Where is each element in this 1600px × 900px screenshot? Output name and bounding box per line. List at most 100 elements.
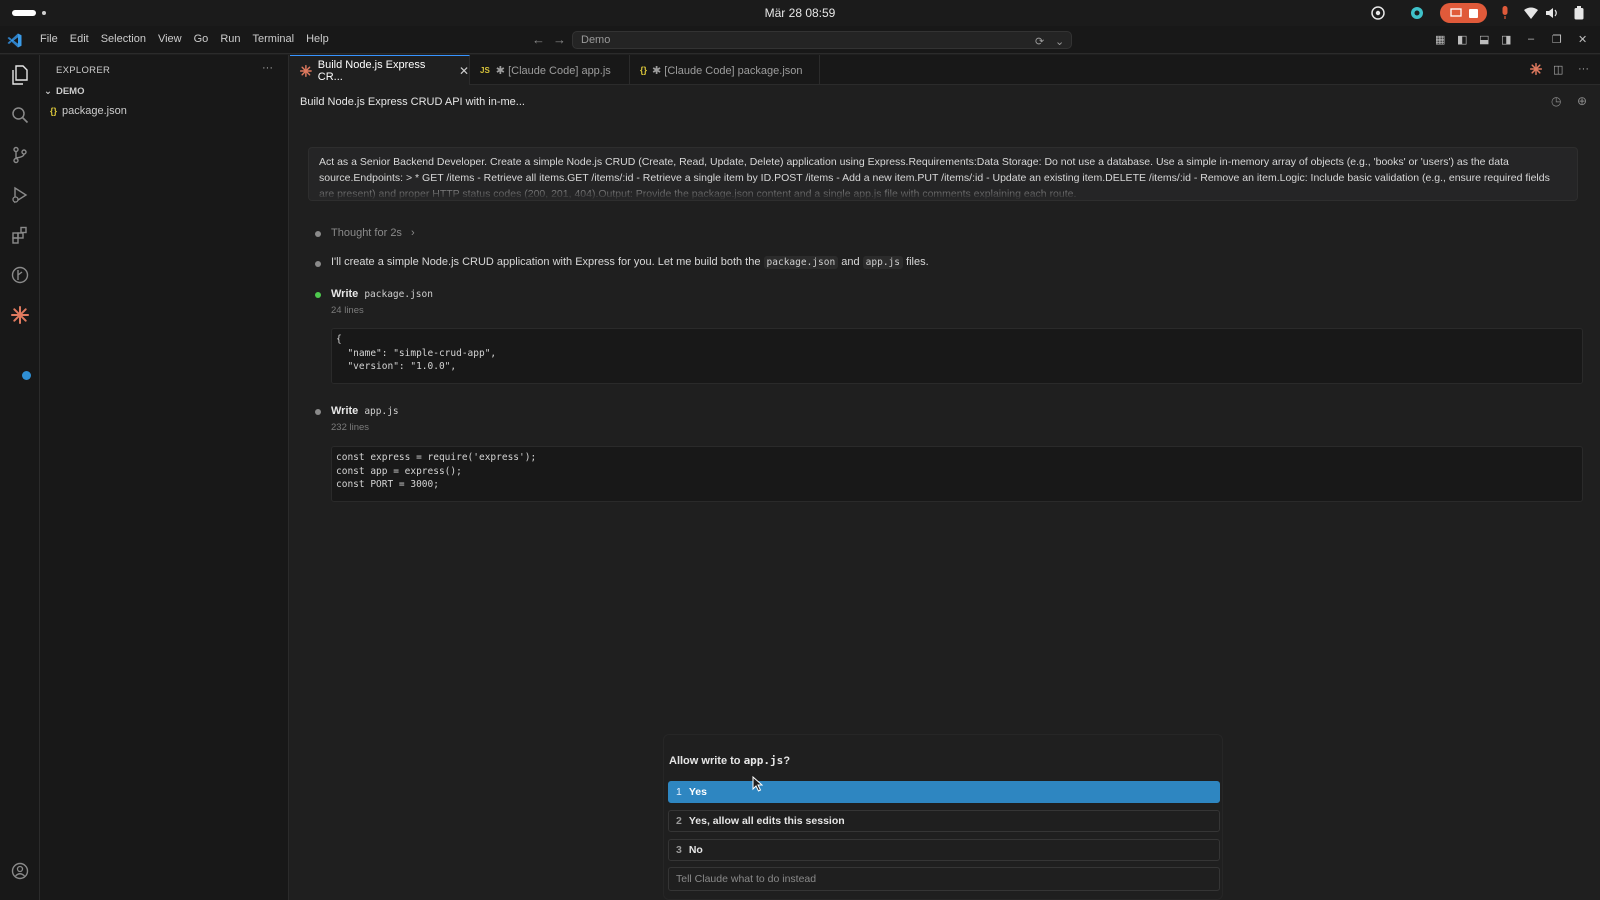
system-clock[interactable]: Mär 28 08:59 [700, 6, 900, 20]
menu-view[interactable]: View [152, 33, 188, 45]
split-editor-icon[interactable]: ◫ [1553, 63, 1563, 76]
command-center[interactable]: Demo ⟳ ⌄ [572, 31, 1072, 49]
workspace-indicator[interactable] [12, 10, 36, 16]
write-package-json-header[interactable]: Write package.json [331, 288, 433, 300]
minimize-icon[interactable]: – [1528, 33, 1534, 45]
restore-icon[interactable]: ❐ [1552, 33, 1562, 46]
tab-label: Build Node.js Express CR... [317, 58, 426, 83]
history-icon[interactable]: ◷ [1551, 94, 1561, 108]
toggle-panel-icon[interactable]: ⬓ [1479, 33, 1489, 46]
file-package-json[interactable]: {} package.json [50, 105, 127, 117]
search-icon[interactable] [10, 105, 30, 125]
conversation-title: Build Node.js Express CRUD API with in-m… [300, 96, 525, 108]
forward-arrow-icon[interactable]: → [553, 32, 566, 47]
explorer-more-actions[interactable]: ··· [262, 62, 273, 74]
close-window-icon[interactable]: ✕ [1578, 33, 1587, 46]
timeline-bullet [315, 261, 321, 267]
stop-icon [1468, 8, 1478, 18]
option-yes[interactable]: 1 Yes [668, 781, 1220, 803]
option-number: 1 [676, 786, 682, 798]
new-conversation-icon[interactable]: ⊕ [1577, 94, 1587, 108]
more-actions-icon[interactable]: ··· [1578, 63, 1589, 75]
write-line-count: 24 lines [331, 305, 364, 316]
workspace-dot[interactable] [42, 11, 46, 15]
option-number: 2 [676, 815, 682, 827]
claude-new-session-icon[interactable] [1529, 62, 1543, 78]
command-center-label: Demo [581, 34, 611, 46]
source-control-icon[interactable] [10, 145, 30, 165]
account-icon[interactable] [10, 861, 30, 881]
code-preview-package-json[interactable]: { "name": "simple-crud-app", "version": … [331, 328, 1583, 384]
tab-claude-session[interactable]: Build Node.js Express CR... ✕ [290, 55, 470, 85]
git-graph-icon[interactable] [10, 265, 30, 285]
thought-toggle[interactable]: Thought for 2s › [331, 227, 415, 239]
customize-layout-icon[interactable]: ▦ [1435, 33, 1445, 46]
activity-bar [0, 55, 40, 900]
inline-code: package.json [763, 256, 839, 269]
vscode-title-bar: File Edit Selection View Go Run Terminal… [0, 26, 1600, 54]
timeline-bullet [315, 231, 321, 237]
write-line-count: 232 lines [331, 422, 370, 433]
json-file-icon: {} [50, 106, 58, 116]
reply-text: and [841, 256, 860, 268]
claude-spark-icon [300, 64, 312, 77]
chevron-right-icon: › [411, 227, 415, 239]
explorer-sidebar: EXPLORER ··· ⌄ DEMO {} package.json [40, 55, 289, 900]
menu-terminal[interactable]: Terminal [247, 33, 301, 45]
write-app-js-header[interactable]: Write app.js [331, 405, 399, 417]
volume-icon[interactable] [1545, 4, 1559, 22]
option-label: Yes, allow all edits this session [688, 815, 845, 827]
tab-label: ✱ [Claude Code] app.js [495, 64, 611, 77]
run-debug-icon[interactable] [10, 185, 30, 205]
back-arrow-icon[interactable]: ← [532, 32, 545, 47]
menu-selection[interactable]: Selection [95, 33, 152, 45]
menu-run[interactable]: Run [214, 33, 246, 45]
toggle-secondary-sidebar-icon[interactable]: ◨ [1501, 33, 1511, 46]
option-yes-allow-all[interactable]: 2 Yes, allow all edits this session [668, 810, 1220, 832]
claude-activity-badge [22, 371, 31, 380]
option-number: 3 [676, 844, 682, 856]
code-preview-app-js[interactable]: const express = require('express'); cons… [331, 446, 1583, 502]
js-file-icon: JS [480, 65, 490, 75]
screen-recording-indicator[interactable] [1440, 3, 1487, 23]
inline-code: app.js [862, 256, 903, 269]
tab-label: ✱ [Claude Code] package.json [652, 64, 803, 77]
timeline-bullet-success [315, 292, 321, 298]
option-no[interactable]: 3 No [668, 839, 1220, 861]
battery-icon[interactable] [1572, 4, 1586, 22]
chevron-down-icon[interactable]: ⌄ [1055, 35, 1064, 48]
alternative-instruction-input[interactable] [668, 867, 1220, 891]
timeline-bullet [315, 409, 321, 415]
tab-package-json[interactable]: {} ✱ [Claude Code] package.json [630, 55, 820, 85]
question-mark: ? [783, 755, 791, 767]
folder-demo[interactable]: ⌄ DEMO [44, 86, 84, 97]
menu-file[interactable]: File [34, 33, 64, 45]
option-label: Yes [688, 786, 707, 798]
copilot-icon[interactable]: ⟳ [1035, 35, 1044, 48]
write-filename: package.json [364, 289, 433, 300]
option-label: No [688, 844, 703, 856]
assistant-reply: I'll create a simple Node.js CRUD applic… [331, 256, 929, 269]
menu-help[interactable]: Help [300, 33, 335, 45]
app-status-icon[interactable] [1407, 4, 1427, 22]
user-prompt-message: Act as a Senior Backend Developer. Creat… [308, 147, 1578, 201]
menu-go[interactable]: Go [188, 33, 215, 45]
extensions-icon[interactable] [10, 225, 30, 245]
toggle-sidebar-icon[interactable]: ◧ [1457, 33, 1467, 46]
claude-code-icon[interactable] [10, 305, 30, 325]
editor-tabs: Build Node.js Express CR... ✕ JS ✱ [Clau… [290, 55, 1600, 85]
tab-close-icon[interactable]: ✕ [459, 64, 469, 78]
json-file-icon: {} [640, 65, 648, 75]
microphone-icon[interactable] [1498, 4, 1512, 22]
tab-app-js[interactable]: JS ✱ [Claude Code] app.js [470, 55, 630, 85]
chrome-icon[interactable] [1368, 4, 1388, 22]
folder-name: DEMO [55, 86, 85, 97]
mouse-cursor-icon [752, 776, 763, 792]
claude-code-panel: Build Node.js Express CRUD API with in-m… [290, 86, 1600, 900]
file-name: package.json [62, 105, 127, 117]
thought-label: Thought for 2s [331, 227, 402, 239]
menu-edit[interactable]: Edit [64, 33, 95, 45]
wifi-icon[interactable] [1524, 4, 1538, 22]
explorer-icon[interactable] [10, 65, 30, 85]
vscode-logo-icon [7, 33, 22, 51]
